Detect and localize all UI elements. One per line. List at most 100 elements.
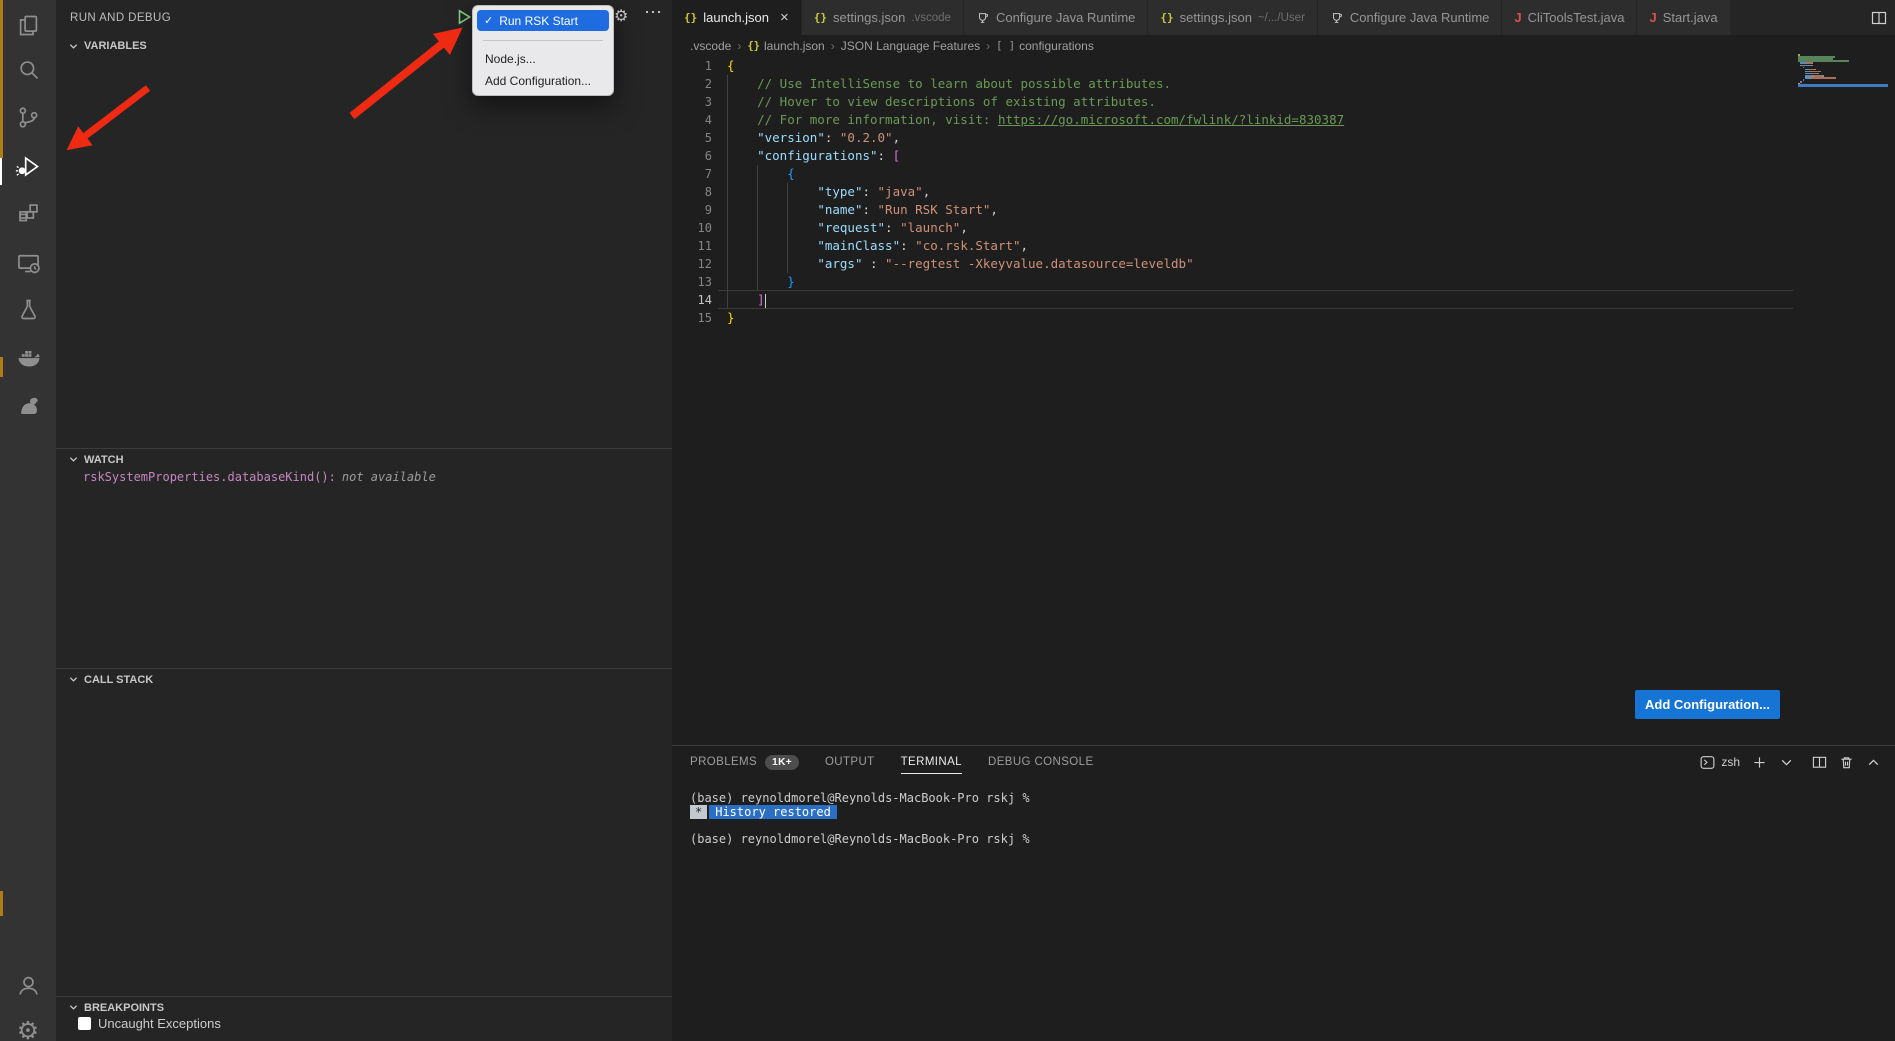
line-number[interactable]: 11	[672, 237, 712, 255]
line-number[interactable]: 15	[672, 309, 712, 327]
activity-search-icon[interactable]	[0, 50, 56, 90]
menu-item-node-js[interactable]: Node.js...	[477, 49, 609, 69]
tab-start-java[interactable]: JStart.java	[1637, 0, 1730, 35]
line-content[interactable]: "request": "launch",	[727, 219, 968, 237]
line-content[interactable]: {	[727, 57, 735, 75]
activity-gradle-icon[interactable]	[0, 385, 56, 425]
terminal-profile-icon[interactable]	[1700, 755, 1715, 770]
line-number[interactable]: 12	[672, 255, 712, 273]
tab-settings-json[interactable]: {}settings.json.vscode	[802, 0, 964, 35]
line-number[interactable]: 5	[672, 129, 712, 147]
line-number[interactable]: 1	[672, 57, 712, 75]
line-number[interactable]: 6	[672, 147, 712, 165]
code-token: "java"	[878, 184, 923, 199]
line-number[interactable]: 7	[672, 165, 712, 183]
screen-edge-artifact	[0, 891, 3, 916]
activity-extensions-icon[interactable]	[0, 193, 56, 233]
code-line-3[interactable]: 3 // Hover to view descriptions of exist…	[672, 93, 1895, 111]
breadcrumb-item--vscode[interactable]: .vscode	[690, 39, 731, 53]
panel-tab-debug-console[interactable]: DEBUG CONSOLE	[988, 746, 1094, 778]
terminal-output[interactable]: (base) reynoldmorel@Reynolds-MacBook-Pro…	[672, 778, 1895, 847]
line-content[interactable]: "configurations": [	[727, 147, 900, 165]
code-line-9[interactable]: 9 "name": "Run RSK Start",	[672, 201, 1895, 219]
start-debugging-play-icon[interactable]	[455, 8, 473, 26]
code-line-8[interactable]: 8 "type": "java",	[672, 183, 1895, 201]
panel-tab-terminal[interactable]: TERMINAL	[901, 746, 962, 778]
minimap[interactable]	[1798, 54, 1888, 88]
menu-item-add-configuration[interactable]: Add Configuration...	[477, 71, 609, 91]
code-line-5[interactable]: 5 "version": "0.2.0",	[672, 129, 1895, 147]
line-content[interactable]: }	[727, 273, 795, 291]
line-content[interactable]: ]	[727, 291, 766, 309]
line-number[interactable]: 2	[672, 75, 712, 93]
breadcrumb-item-configurations[interactable]: [ ]configurations	[996, 39, 1094, 53]
watch-section-header[interactable]: WATCH	[56, 448, 672, 470]
line-content[interactable]: // Use IntelliSense to learn about possi…	[727, 75, 1171, 93]
code-line-15[interactable]: 15}	[672, 309, 1895, 327]
line-content[interactable]: {	[727, 165, 795, 183]
activity-remote-explorer-icon[interactable]	[0, 242, 56, 282]
terminal-dropdown-chevron-icon[interactable]	[1779, 755, 1794, 770]
line-number[interactable]: 9	[672, 201, 712, 219]
indent-guide	[727, 93, 728, 111]
code-line-12[interactable]: 12 "args" : "--regtest -Xkeyvalue.dataso…	[672, 255, 1895, 273]
activity-explorer-icon[interactable]	[0, 5, 56, 45]
maximize-panel-chevron-icon[interactable]	[1866, 755, 1881, 770]
tab-settings-json[interactable]: {}settings.json~/.../User	[1148, 0, 1318, 35]
code-line-11[interactable]: 11 "mainClass": "co.rsk.Start",	[672, 237, 1895, 255]
tab-configure-java-runtime[interactable]: Configure Java Runtime	[964, 0, 1148, 35]
code-line-13[interactable]: 13 }	[672, 273, 1895, 291]
menu-item-run-rsk-start[interactable]: ✓ Run RSK Start	[477, 10, 609, 31]
line-content[interactable]: "type": "java",	[727, 183, 930, 201]
tab-label: settings.json	[1180, 10, 1252, 25]
code-line-14[interactable]: 14 ]	[672, 291, 1895, 309]
line-number[interactable]: 13	[672, 273, 712, 291]
tab-close-icon[interactable]: ×	[780, 9, 789, 26]
activity-source-control-icon[interactable]	[0, 97, 56, 137]
tab-clitoolstest-java[interactable]: JCliToolsTest.java	[1502, 0, 1637, 35]
panel-tab-output[interactable]: OUTPUT	[825, 746, 875, 778]
line-number[interactable]: 10	[672, 219, 712, 237]
activity-docker-icon[interactable]	[0, 337, 56, 377]
call-stack-section-header[interactable]: CALL STACK	[56, 668, 672, 690]
split-terminal-icon[interactable]	[1812, 755, 1827, 770]
tab-configure-java-runtime[interactable]: Configure Java Runtime	[1318, 0, 1502, 35]
code-line-6[interactable]: 6 "configurations": [	[672, 147, 1895, 165]
indent-guide	[757, 165, 758, 183]
views-more-actions-icon[interactable]: ⋯	[644, 2, 663, 23]
line-content[interactable]: "version": "0.2.0",	[727, 129, 900, 147]
uncaught-exceptions-checkbox[interactable]	[78, 1017, 91, 1030]
add-configuration-button[interactable]: Add Configuration...	[1635, 690, 1780, 719]
line-content[interactable]: // Hover to view descriptions of existin…	[727, 93, 1156, 111]
new-terminal-icon[interactable]	[1752, 755, 1767, 770]
activity-settings-gear-icon[interactable]: ⚙	[0, 1010, 56, 1041]
line-content[interactable]: "mainClass": "co.rsk.Start",	[727, 237, 1028, 255]
kill-terminal-icon[interactable]	[1839, 755, 1854, 770]
breadcrumb-item-json-language-features[interactable]: JSON Language Features	[841, 39, 980, 53]
code-line-7[interactable]: 7 {	[672, 165, 1895, 183]
activity-testing-icon[interactable]	[0, 289, 56, 329]
line-number[interactable]: 3	[672, 93, 712, 111]
line-number[interactable]: 14	[672, 291, 712, 309]
split-editor-icon[interactable]	[1871, 0, 1887, 35]
code-editor[interactable]: 1{2 // Use IntelliSense to learn about p…	[672, 57, 1895, 347]
activity-account-icon[interactable]	[0, 965, 56, 1005]
code-line-4[interactable]: 4 // For more information, visit: https:…	[672, 111, 1895, 129]
line-content[interactable]: "name": "Run RSK Start",	[727, 201, 998, 219]
line-content[interactable]: // For more information, visit: https://…	[727, 111, 1344, 129]
line-number[interactable]: 4	[672, 111, 712, 129]
line-number[interactable]: 8	[672, 183, 712, 201]
breadcrumb-item-launch-json[interactable]: {}launch.json	[747, 39, 824, 53]
breakpoints-section-header[interactable]: BREAKPOINTS	[56, 996, 672, 1018]
code-line-10[interactable]: 10 "request": "launch",	[672, 219, 1895, 237]
code-line-2[interactable]: 2 // Use IntelliSense to learn about pos…	[672, 75, 1895, 93]
open-launch-json-gear-icon[interactable]: ⚙	[614, 8, 629, 24]
line-content[interactable]: "args" : "--regtest -Xkeyvalue.datasourc…	[727, 255, 1194, 273]
watch-expression-row[interactable]: rskSystemProperties.databaseKind():not a…	[83, 470, 436, 484]
activity-run-and-debug-icon[interactable]	[0, 146, 56, 186]
tab-launch-json[interactable]: {}launch.json×	[672, 0, 802, 35]
panel-tab-problems[interactable]: PROBLEMS1K+	[690, 746, 799, 778]
code-line-1[interactable]: 1{	[672, 57, 1895, 75]
shell-name-label[interactable]: zsh	[1721, 755, 1740, 769]
line-content[interactable]: }	[727, 309, 735, 327]
